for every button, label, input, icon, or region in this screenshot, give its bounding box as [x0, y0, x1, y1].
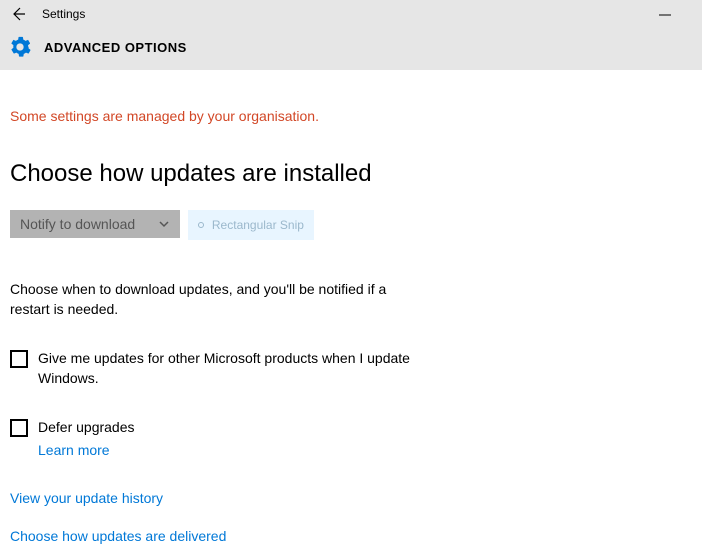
content-area: Some settings are managed by your organi… — [0, 70, 702, 554]
update-history-link[interactable]: View your update history — [10, 490, 692, 506]
checkbox-row-other-products: Give me updates for other Microsoft prod… — [10, 349, 692, 388]
window-title: Settings — [42, 7, 85, 21]
minimize-button[interactable] — [658, 8, 678, 10]
minimize-icon — [658, 8, 672, 22]
page-title: ADVANCED OPTIONS — [44, 40, 187, 55]
checkbox-other-products[interactable] — [10, 350, 28, 368]
header-bar: Settings ADVANCED OPTIONS — [0, 0, 702, 70]
org-managed-notice: Some settings are managed by your organi… — [10, 108, 692, 124]
back-arrow-icon — [10, 6, 26, 22]
checkbox-defer-upgrades[interactable] — [10, 419, 28, 437]
update-mode-dropdown[interactable]: Notify to download — [10, 210, 180, 238]
section-heading: Choose how updates are installed — [10, 160, 692, 188]
snip-dot-icon — [198, 222, 204, 228]
checkbox-row-defer: Defer upgrades Learn more — [10, 418, 692, 458]
checkbox-other-products-label: Give me updates for other Microsoft prod… — [38, 349, 448, 388]
snip-label: Rectangular Snip — [212, 218, 304, 232]
dropdown-selected-label: Notify to download — [20, 216, 135, 232]
learn-more-link[interactable]: Learn more — [38, 442, 135, 458]
help-text: Choose when to download updates, and you… — [10, 280, 420, 319]
back-button[interactable] — [0, 6, 36, 22]
gear-icon — [2, 36, 38, 58]
chevron-down-icon — [158, 218, 170, 230]
titlebar: Settings — [0, 0, 702, 24]
snipping-overlay: Rectangular Snip — [188, 210, 314, 240]
subheader: ADVANCED OPTIONS — [0, 24, 702, 58]
delivery-options-link[interactable]: Choose how updates are delivered — [10, 528, 692, 544]
checkbox-defer-label: Defer upgrades — [38, 418, 135, 438]
